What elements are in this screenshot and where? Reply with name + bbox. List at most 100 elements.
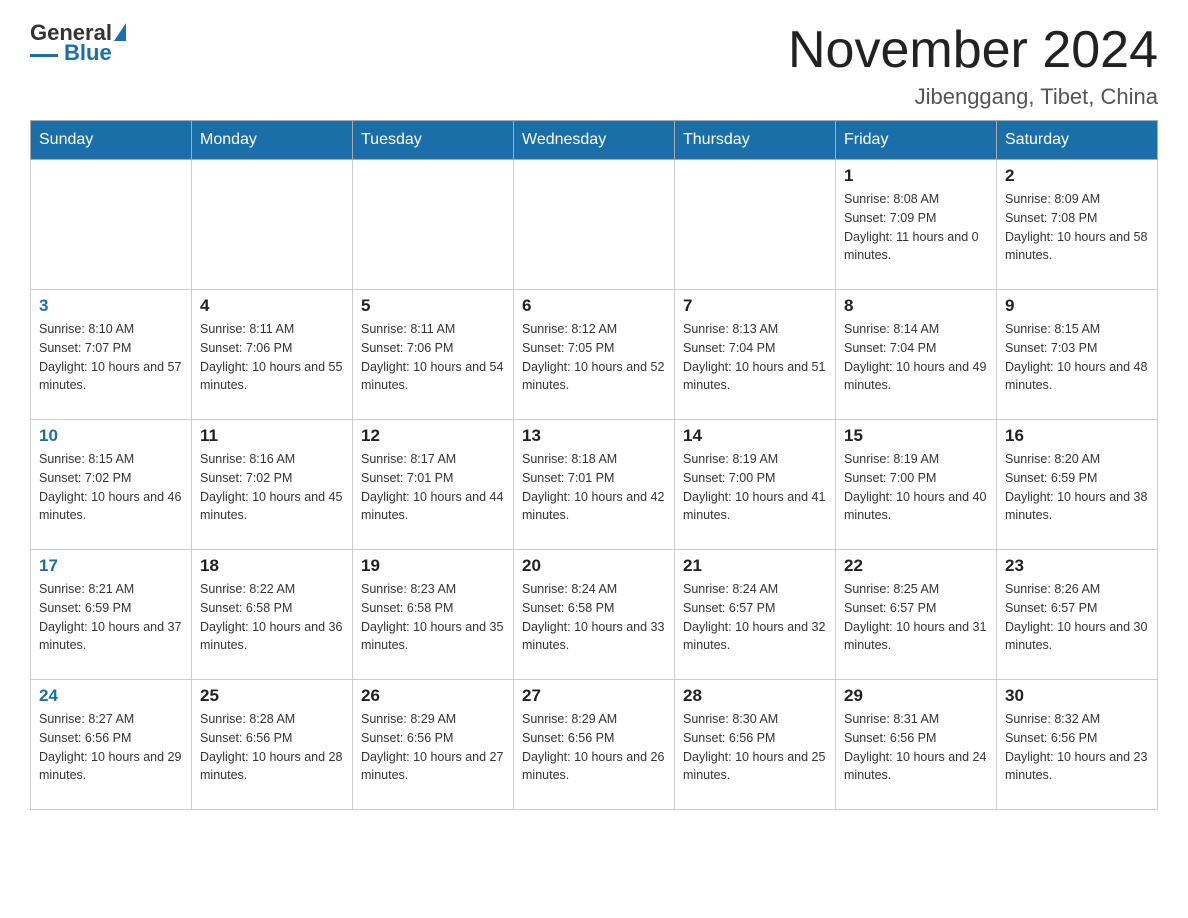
- logo-blue-text: Blue: [62, 40, 112, 66]
- day-info: Sunrise: 8:21 AMSunset: 6:59 PMDaylight:…: [39, 580, 183, 655]
- calendar-cell: 12 Sunrise: 8:17 AMSunset: 7:01 PMDayligh…: [353, 420, 514, 550]
- day-number: 20: [522, 556, 666, 576]
- calendar-cell: 20 Sunrise: 8:24 AMSunset: 6:58 PMDayligh…: [514, 550, 675, 680]
- day-info: Sunrise: 8:19 AMSunset: 7:00 PMDaylight:…: [683, 450, 827, 525]
- calendar-table: SundayMondayTuesdayWednesdayThursdayFrid…: [30, 120, 1158, 810]
- day-info: Sunrise: 8:30 AMSunset: 6:56 PMDaylight:…: [683, 710, 827, 785]
- day-number: 23: [1005, 556, 1149, 576]
- day-number: 26: [361, 686, 505, 706]
- calendar-cell: 16Sunrise: 8:20 AMSunset: 6:59 PMDayligh…: [997, 420, 1158, 550]
- day-number: 2: [1005, 166, 1149, 186]
- day-info: Sunrise: 8:29 AMSunset: 6:56 PMDaylight:…: [361, 710, 505, 785]
- day-number: 10: [39, 426, 183, 446]
- day-info: Sunrise: 8:26 AMSunset: 6:57 PMDaylight:…: [1005, 580, 1149, 655]
- page-header: General Blue November 2024 Jibenggang, T…: [30, 20, 1158, 110]
- calendar-cell: 7Sunrise: 8:13 AMSunset: 7:04 PMDaylight…: [675, 290, 836, 420]
- day-number: 1: [844, 166, 988, 186]
- calendar-header-friday: Friday: [836, 121, 997, 160]
- day-number: 16: [1005, 426, 1149, 446]
- day-number: 25: [200, 686, 344, 706]
- day-number: 12: [361, 426, 505, 446]
- day-info: Sunrise: 8:28 AMSunset: 6:56 PMDaylight:…: [200, 710, 344, 785]
- calendar-cell: 24Sunrise: 8:27 AMSunset: 6:56 PMDayligh…: [31, 680, 192, 810]
- day-number: 13: [522, 426, 666, 446]
- day-number: 28: [683, 686, 827, 706]
- day-number: 9: [1005, 296, 1149, 316]
- calendar-cell: 3 Sunrise: 8:10 AMSunset: 7:07 PMDaylight…: [31, 290, 192, 420]
- calendar-week-row: 3 Sunrise: 8:10 AMSunset: 7:07 PMDaylight…: [31, 290, 1158, 420]
- day-info: Sunrise: 8:24 AMSunset: 6:57 PMDaylight:…: [683, 580, 827, 655]
- day-info: Sunrise: 8:15 AMSunset: 7:03 PMDaylight:…: [1005, 320, 1149, 395]
- calendar-cell: 28 Sunrise: 8:30 AMSunset: 6:56 PMDayligh…: [675, 680, 836, 810]
- day-number: 6: [522, 296, 666, 316]
- calendar-cell: 1 Sunrise: 8:08 AMSunset: 7:09 PMDaylight…: [836, 160, 997, 290]
- calendar-cell: [192, 160, 353, 290]
- calendar-cell: 8 Sunrise: 8:14 AMSunset: 7:04 PMDaylight…: [836, 290, 997, 420]
- day-number: 3: [39, 296, 183, 316]
- day-number: 18: [200, 556, 344, 576]
- day-number: 27: [522, 686, 666, 706]
- day-number: 4: [200, 296, 344, 316]
- day-number: 8: [844, 296, 988, 316]
- day-number: 11: [200, 426, 344, 446]
- calendar-cell: 10 Sunrise: 8:15 AMSunset: 7:02 PMDayligh…: [31, 420, 192, 550]
- calendar-cell: 26 Sunrise: 8:29 AMSunset: 6:56 PMDayligh…: [353, 680, 514, 810]
- logo-triangle-icon: [114, 23, 126, 41]
- calendar-week-row: 1 Sunrise: 8:08 AMSunset: 7:09 PMDaylight…: [31, 160, 1158, 290]
- calendar-cell: 18 Sunrise: 8:22 AMSunset: 6:58 PMDayligh…: [192, 550, 353, 680]
- day-info: Sunrise: 8:22 AMSunset: 6:58 PMDaylight:…: [200, 580, 344, 655]
- calendar-cell: 15 Sunrise: 8:19 AMSunset: 7:00 PMDayligh…: [836, 420, 997, 550]
- calendar-week-row: 10 Sunrise: 8:15 AMSunset: 7:02 PMDayligh…: [31, 420, 1158, 550]
- calendar-cell: 29 Sunrise: 8:31 AMSunset: 6:56 PMDayligh…: [836, 680, 997, 810]
- day-number: 5: [361, 296, 505, 316]
- day-info: Sunrise: 8:15 AMSunset: 7:02 PMDaylight:…: [39, 450, 183, 525]
- day-info: Sunrise: 8:16 AMSunset: 7:02 PMDaylight:…: [200, 450, 344, 525]
- calendar-header-monday: Monday: [192, 121, 353, 160]
- day-info: Sunrise: 8:11 AMSunset: 7:06 PMDaylight:…: [200, 320, 344, 395]
- day-info: Sunrise: 8:10 AMSunset: 7:07 PMDaylight:…: [39, 320, 183, 395]
- calendar-header-sunday: Sunday: [31, 121, 192, 160]
- calendar-header-thursday: Thursday: [675, 121, 836, 160]
- day-number: 22: [844, 556, 988, 576]
- day-info: Sunrise: 8:12 AMSunset: 7:05 PMDaylight:…: [522, 320, 666, 395]
- day-info: Sunrise: 8:17 AMSunset: 7:01 PMDaylight:…: [361, 450, 505, 525]
- calendar-header-tuesday: Tuesday: [353, 121, 514, 160]
- day-info: Sunrise: 8:31 AMSunset: 6:56 PMDaylight:…: [844, 710, 988, 785]
- day-number: 29: [844, 686, 988, 706]
- logo: General Blue: [30, 20, 126, 66]
- calendar-cell: [675, 160, 836, 290]
- day-info: Sunrise: 8:19 AMSunset: 7:00 PMDaylight:…: [844, 450, 988, 525]
- calendar-cell: 2 Sunrise: 8:09 AMSunset: 7:08 PMDaylight…: [997, 160, 1158, 290]
- day-number: 30: [1005, 686, 1149, 706]
- calendar-cell: 23 Sunrise: 8:26 AMSunset: 6:57 PMDayligh…: [997, 550, 1158, 680]
- day-number: 7: [683, 296, 827, 316]
- calendar-cell: 6 Sunrise: 8:12 AMSunset: 7:05 PMDaylight…: [514, 290, 675, 420]
- calendar-cell: 22Sunrise: 8:25 AMSunset: 6:57 PMDayligh…: [836, 550, 997, 680]
- day-number: 15: [844, 426, 988, 446]
- day-info: Sunrise: 8:14 AMSunset: 7:04 PMDaylight:…: [844, 320, 988, 395]
- day-number: 17: [39, 556, 183, 576]
- title-block: November 2024 Jibenggang, Tibet, China: [788, 20, 1158, 110]
- calendar-cell: 27 Sunrise: 8:29 AMSunset: 6:56 PMDayligh…: [514, 680, 675, 810]
- day-info: Sunrise: 8:29 AMSunset: 6:56 PMDaylight:…: [522, 710, 666, 785]
- calendar-cell: 9 Sunrise: 8:15 AMSunset: 7:03 PMDaylight…: [997, 290, 1158, 420]
- day-info: Sunrise: 8:09 AMSunset: 7:08 PMDaylight:…: [1005, 190, 1149, 265]
- calendar-week-row: 24Sunrise: 8:27 AMSunset: 6:56 PMDayligh…: [31, 680, 1158, 810]
- calendar-cell: 25 Sunrise: 8:28 AMSunset: 6:56 PMDayligh…: [192, 680, 353, 810]
- location: Jibenggang, Tibet, China: [788, 84, 1158, 110]
- day-info: Sunrise: 8:24 AMSunset: 6:58 PMDaylight:…: [522, 580, 666, 655]
- calendar-header-row: SundayMondayTuesdayWednesdayThursdayFrid…: [31, 121, 1158, 160]
- day-number: 19: [361, 556, 505, 576]
- day-number: 21: [683, 556, 827, 576]
- day-info: Sunrise: 8:32 AMSunset: 6:56 PMDaylight:…: [1005, 710, 1149, 785]
- day-number: 14: [683, 426, 827, 446]
- day-info: Sunrise: 8:23 AMSunset: 6:58 PMDaylight:…: [361, 580, 505, 655]
- day-info: Sunrise: 8:08 AMSunset: 7:09 PMDaylight:…: [844, 190, 988, 265]
- day-info: Sunrise: 8:18 AMSunset: 7:01 PMDaylight:…: [522, 450, 666, 525]
- calendar-cell: 30 Sunrise: 8:32 AMSunset: 6:56 PMDayligh…: [997, 680, 1158, 810]
- calendar-cell: 14 Sunrise: 8:19 AMSunset: 7:00 PMDayligh…: [675, 420, 836, 550]
- calendar-header-saturday: Saturday: [997, 121, 1158, 160]
- calendar-cell: [353, 160, 514, 290]
- day-info: Sunrise: 8:11 AMSunset: 7:06 PMDaylight:…: [361, 320, 505, 395]
- calendar-week-row: 17 Sunrise: 8:21 AMSunset: 6:59 PMDayligh…: [31, 550, 1158, 680]
